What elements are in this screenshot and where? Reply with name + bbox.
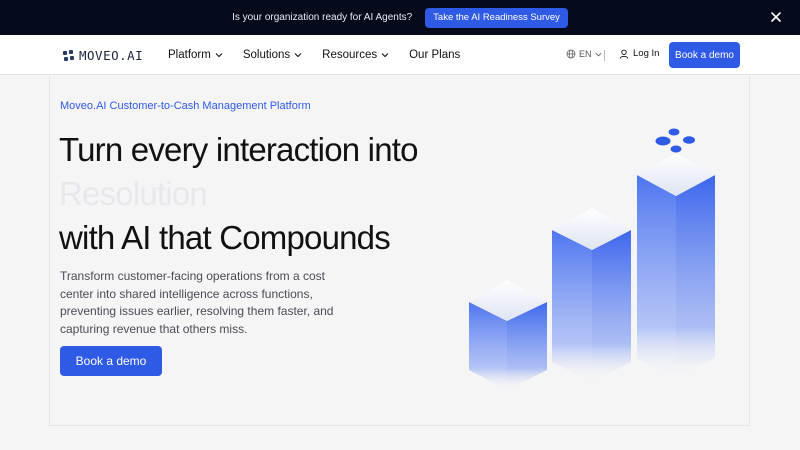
banner-text: Is your organization ready for AI Agents… — [232, 12, 413, 23]
close-icon[interactable] — [768, 9, 784, 25]
language-selector[interactable]: EN — [566, 49, 602, 59]
nav-item-solutions[interactable]: Solutions — [243, 49, 302, 61]
bar-medium — [552, 208, 631, 382]
hero-title-line-3: with AI that Compounds — [59, 219, 391, 256]
nav-item-label: Resources — [322, 49, 378, 61]
nav-links: Platform Solutions Resources Our Plans — [168, 35, 460, 75]
logo-mark-icon — [63, 49, 75, 62]
hero-book-demo-button[interactable]: Book a demo — [60, 346, 162, 376]
nav-divider — [604, 50, 605, 61]
book-demo-button[interactable]: Book a demo — [669, 42, 740, 68]
survey-button[interactable]: Take the AI Readiness Survey — [425, 7, 568, 28]
user-icon — [619, 49, 629, 59]
chevron-down-icon — [381, 53, 389, 58]
nav-item-our-plans[interactable]: Our Plans — [409, 49, 460, 61]
announcement-banner: Is your organization ready for AI Agents… — [0, 0, 800, 35]
hero-title-rotating-word: Resolution — [59, 175, 208, 212]
nav-item-label: Our Plans — [409, 49, 461, 61]
chevron-down-icon — [294, 53, 302, 58]
chevron-down-icon — [215, 53, 223, 58]
logo-dots-icon — [655, 128, 695, 153]
login-label: Log In — [633, 48, 660, 59]
nav-item-platform[interactable]: Platform — [168, 49, 223, 61]
language-label: EN — [579, 49, 592, 59]
nav-item-label: Platform — [168, 49, 211, 61]
nav-item-resources[interactable]: Resources — [322, 49, 389, 61]
logo[interactable]: MOVEO.AI — [63, 48, 143, 63]
globe-icon — [566, 49, 576, 59]
hero-eyebrow: Moveo.AI Customer-to-Cash Management Pla… — [60, 100, 311, 112]
logo-text: MOVEO.AI — [79, 48, 144, 63]
nav-item-label: Solutions — [242, 49, 291, 61]
growth-bars-illustration — [469, 128, 715, 390]
login-link[interactable]: Log In — [619, 48, 659, 59]
hero-description: Transform customer-facing operations fro… — [60, 269, 334, 336]
chevron-down-icon — [595, 52, 601, 56]
hero-title-line-1: Turn every interaction into — [59, 131, 419, 168]
bar-tall — [637, 153, 715, 378]
top-navigation: MOVEO.AI Platform Solutions Resources Ou… — [0, 35, 800, 75]
bar-small — [469, 280, 547, 390]
